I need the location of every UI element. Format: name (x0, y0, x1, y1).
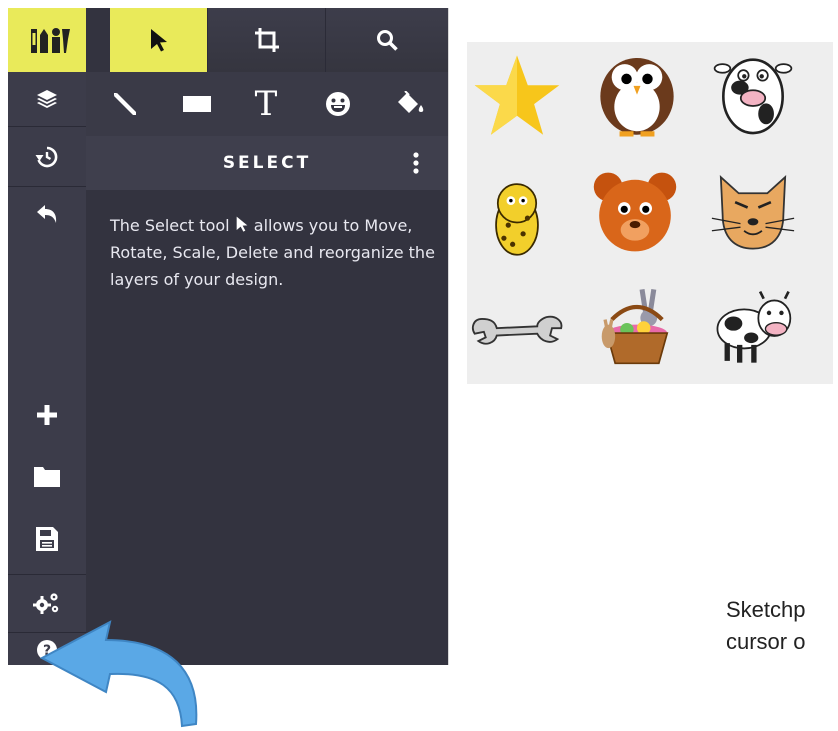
panel-description: The Select tool allows you to Move, Rota… (110, 212, 440, 293)
crop-tool-button[interactable] (207, 8, 325, 72)
layers-button[interactable] (8, 72, 86, 126)
leopard-icon (495, 183, 539, 256)
clipart-leopard[interactable] (467, 162, 567, 262)
clipart-easter-basket[interactable] (587, 278, 687, 378)
settings-icon (33, 593, 59, 614)
open-folder-button[interactable] (8, 450, 86, 504)
crop-icon (254, 28, 279, 52)
hint-line-1: Sketchp (726, 597, 806, 622)
history-button[interactable] (8, 130, 86, 184)
rectangle-icon (183, 96, 211, 112)
callout-arrow (40, 620, 198, 728)
canvas-hint-text: Sketchp cursor o (726, 594, 838, 658)
tool-panel: T SELECT The Select tool allows you to M… (86, 8, 448, 665)
emoji-tool-button[interactable] (302, 72, 374, 136)
clipart-owl[interactable] (587, 42, 687, 142)
bear-icon (593, 172, 677, 252)
cow-face-icon (713, 58, 793, 135)
clipart-cat[interactable] (703, 162, 803, 262)
star-icon (474, 55, 560, 135)
add-button[interactable] (8, 388, 86, 442)
easter-basket-icon (601, 288, 669, 365)
description-text-start: The Select tool (110, 216, 235, 235)
hint-line-2: cursor o (726, 629, 806, 654)
rectangle-tool-button[interactable] (164, 72, 230, 136)
select-inline-icon (236, 216, 248, 232)
folder-icon (34, 467, 60, 487)
clipart-cow-face[interactable] (703, 42, 803, 142)
clipart-wrench[interactable] (467, 280, 567, 380)
design-canvas[interactable] (448, 8, 838, 665)
clipart-bear[interactable] (585, 162, 685, 262)
fill-icon (398, 91, 424, 113)
search-tool-button[interactable] (325, 8, 448, 72)
layers-icon (37, 90, 57, 108)
panel-menu-button[interactable] (406, 136, 426, 190)
clipart-gallery (467, 42, 833, 384)
owl-icon (600, 57, 674, 137)
add-icon (37, 405, 57, 425)
clipart-cow[interactable] (703, 278, 803, 378)
search-icon (377, 30, 398, 51)
text-icon: T (254, 84, 278, 124)
text-tool-button[interactable]: T (230, 72, 302, 136)
more-vertical-icon (413, 152, 419, 174)
toolbar-row-drawing: T (86, 72, 448, 136)
wrench-icon (472, 315, 563, 345)
fill-tool-button[interactable] (374, 72, 448, 136)
save-button[interactable] (8, 512, 86, 566)
cat-icon (711, 175, 795, 250)
panel-header: SELECT (86, 136, 448, 190)
emoji-icon (326, 92, 350, 116)
clipart-star[interactable] (467, 46, 567, 146)
logo-icon (31, 28, 70, 53)
undo-icon (37, 205, 57, 223)
pencil-tool-button[interactable] (86, 72, 164, 136)
panel-title: SELECT (222, 153, 312, 173)
save-icon (36, 527, 58, 551)
cow-icon (716, 290, 792, 363)
undo-button[interactable] (8, 188, 86, 242)
left-rail: ? (8, 8, 86, 665)
select-icon (150, 29, 167, 52)
history-icon (35, 146, 58, 168)
logo-button[interactable] (8, 8, 92, 72)
toolbar-row-primary (86, 8, 448, 72)
pencil-icon (114, 93, 136, 115)
select-tool-button[interactable] (110, 8, 207, 72)
